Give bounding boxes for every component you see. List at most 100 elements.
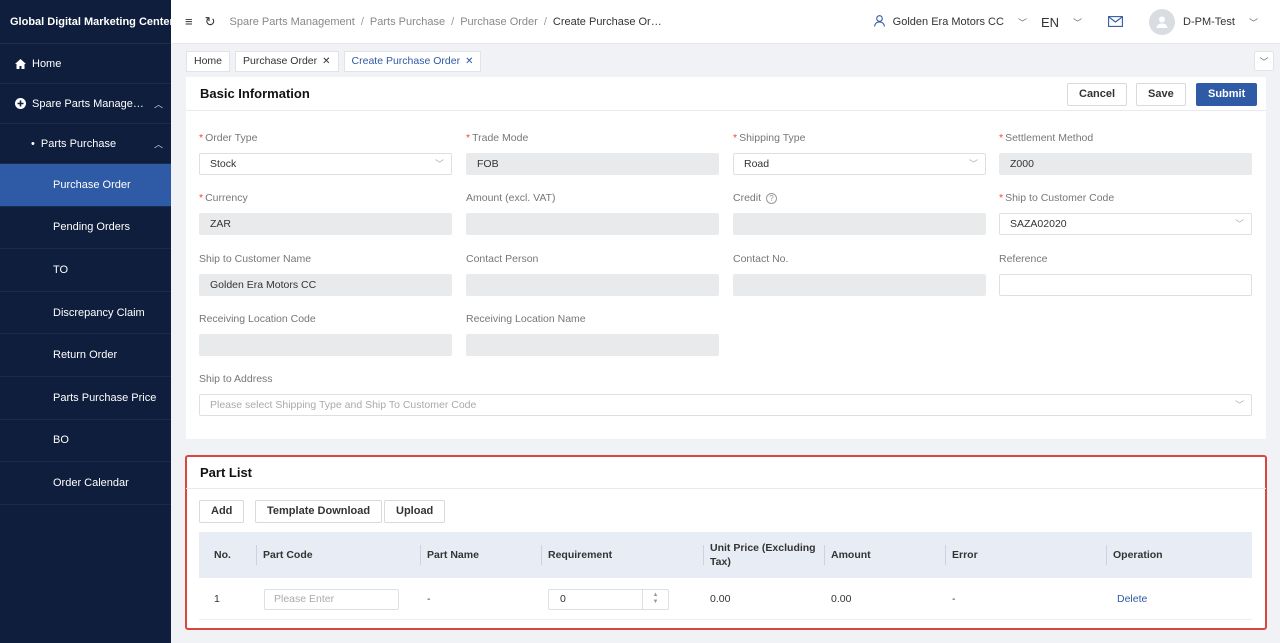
- mail-icon[interactable]: [1108, 14, 1123, 30]
- home-icon: [14, 58, 26, 69]
- contact-no-input: [733, 274, 986, 296]
- dealer-selector[interactable]: Golden Era Motors CC: [893, 16, 1004, 28]
- ship-to-customer-name-input: Golden Era Motors CC: [199, 274, 452, 296]
- requirement-stepper[interactable]: 0 ▲ ▼: [548, 588, 669, 610]
- amount-field: Amount (excl. VAT): [466, 192, 719, 235]
- ship-to-customer-name-field: Ship to Customer Name Golden Era Motors …: [199, 253, 452, 296]
- close-icon[interactable]: ✕: [322, 56, 330, 67]
- breadcrumb-item[interactable]: Purchase Order: [460, 16, 538, 28]
- shipping-type-field: * Shipping Type Road ﹀: [733, 132, 986, 175]
- tab-home[interactable]: Home: [186, 51, 231, 72]
- part-code-input[interactable]: Please Enter: [264, 588, 399, 610]
- field-label: Ship to Customer Name: [199, 253, 312, 265]
- user-outline-icon: [873, 14, 885, 30]
- field-label: * Settlement Method: [999, 132, 1252, 148]
- reference-input[interactable]: [999, 274, 1252, 296]
- field-label-text: Shipping Type: [739, 132, 806, 144]
- sidebar-item-spare-parts[interactable]: Spare Parts Manage… ︿: [0, 84, 171, 124]
- tab-purchase-order[interactable]: Purchase Order ✕: [235, 51, 339, 72]
- sidebar-item-label: Order Calendar: [53, 476, 129, 489]
- column-header-no: No.: [214, 549, 231, 561]
- chevron-down-icon: ﹀: [1259, 56, 1269, 67]
- cancel-button[interactable]: Cancel: [1067, 83, 1128, 106]
- column-header-part-code: Part Code: [256, 532, 419, 578]
- chevron-down-icon: ﹀: [1234, 219, 1244, 229]
- currency-input: ZAR: [199, 213, 452, 235]
- receiving-location-name-input: [466, 334, 719, 356]
- sidebar-item-label: Purchase Order: [53, 178, 131, 191]
- amount-cell: 0.00: [831, 593, 852, 605]
- reference-field: Reference: [999, 253, 1252, 296]
- sidebar-item-label: Pending Orders: [53, 221, 131, 234]
- avatar[interactable]: [1149, 9, 1176, 35]
- field-label: Amount (excl. VAT): [466, 192, 556, 204]
- template-download-button[interactable]: Template Download: [255, 500, 383, 523]
- language-selector[interactable]: EN: [1041, 15, 1059, 30]
- order-type-select[interactable]: Stock ﹀: [199, 153, 452, 175]
- required-mark: *: [199, 132, 204, 144]
- field-label-text: Settlement Method: [1005, 132, 1094, 144]
- app-title: Global Digital Marketing Center: [0, 0, 174, 44]
- chevron-down-icon[interactable]: ▼: [653, 599, 659, 606]
- sidebar-item-return-order[interactable]: Return Order: [0, 334, 171, 377]
- table-row: 1 Please Enter - 0 ▲ ▼ 0.00 0.00 - Delete: [199, 578, 1252, 620]
- chevron-down-icon[interactable]: ﹀: [1249, 16, 1258, 29]
- settlement-method-input: Z000: [999, 153, 1252, 175]
- delete-link[interactable]: Delete: [1117, 593, 1147, 605]
- field-label: Reference: [999, 253, 1048, 265]
- sidebar-item-discrepancy-claim[interactable]: Discrepancy Claim: [0, 292, 171, 335]
- sidebar-item-purchase-order[interactable]: Purchase Order: [0, 164, 171, 207]
- tab-create-purchase-order[interactable]: Create Purchase Order ✕: [343, 51, 482, 72]
- contact-person-input: [466, 274, 719, 296]
- breadcrumb-item[interactable]: Spare Parts Management: [230, 16, 355, 28]
- sidebar-item-parts-purchase[interactable]: • Parts Purchase ︿: [0, 124, 171, 164]
- close-icon[interactable]: ✕: [465, 56, 473, 67]
- ship-to-address-select[interactable]: Please select Shipping Type and Ship To …: [199, 394, 1252, 416]
- sidebar-item-bo[interactable]: BO: [0, 420, 171, 463]
- column-header-amount: Amount: [824, 532, 944, 578]
- chevron-up-icon[interactable]: ▲: [653, 592, 659, 599]
- ship-to-customer-code-field: * Ship to Customer Code SAZA02020 ﹀: [999, 192, 1252, 235]
- currency-field: * Currency ZAR: [199, 192, 452, 235]
- username[interactable]: D-PM-Test: [1183, 16, 1235, 28]
- sidebar-item-pending-orders[interactable]: Pending Orders: [0, 207, 171, 250]
- breadcrumb-item[interactable]: Parts Purchase: [370, 16, 445, 28]
- refresh-icon[interactable]: ↻: [205, 14, 216, 30]
- column-header-error: Error: [945, 532, 1105, 578]
- ship-to-customer-code-select[interactable]: SAZA02020 ﹀: [999, 213, 1252, 235]
- sidebar-item-to[interactable]: TO: [0, 249, 171, 292]
- shipping-type-select[interactable]: Road ﹀: [733, 153, 986, 175]
- breadcrumb-separator: /: [360, 15, 364, 28]
- sidebar-item-label: Home: [32, 57, 62, 70]
- sidebar-item-home[interactable]: Home: [0, 44, 171, 84]
- part-code-cell: Please Enter: [257, 578, 399, 620]
- sidebar-item-order-calendar[interactable]: Order Calendar: [0, 462, 171, 505]
- credit-input: [733, 213, 986, 235]
- table-header: No. Part Code Part Name Requirement Unit…: [199, 532, 1252, 578]
- part-list-table: No. Part Code Part Name Requirement Unit…: [199, 532, 1252, 620]
- save-button[interactable]: Save: [1136, 83, 1186, 106]
- page-tabs: Home Purchase Order ✕ Create Purchase Ord…: [186, 51, 486, 72]
- column-header-label: Part Name: [427, 549, 479, 561]
- required-mark: *: [466, 132, 471, 144]
- add-part-button[interactable]: Add: [199, 500, 245, 523]
- question-circle-icon[interactable]: ?: [766, 193, 778, 204]
- sidebar-item-label: Parts Purchase: [40, 137, 117, 150]
- menu-icon[interactable]: ≡: [185, 14, 193, 29]
- submit-button[interactable]: Submit: [1196, 83, 1258, 106]
- chevron-down-icon[interactable]: ﹀: [1018, 16, 1027, 29]
- stepper-arrows[interactable]: ▲ ▼: [642, 589, 668, 609]
- sidebar-item-label: Parts Purchase Price: [53, 391, 157, 404]
- sidebar-item-label: BO: [53, 434, 69, 447]
- field-label: * Currency: [199, 192, 452, 208]
- tabs-dropdown-button[interactable]: ﹀: [1254, 51, 1274, 71]
- sidebar-item-parts-purchase-price[interactable]: Parts Purchase Price: [0, 377, 171, 420]
- chevron-down-icon[interactable]: ﹀: [1073, 16, 1082, 29]
- field-label: * Trade Mode: [466, 132, 719, 148]
- sidebar-item-label: TO: [53, 263, 69, 276]
- receiving-location-code-field: Receiving Location Code: [199, 313, 452, 356]
- upload-button[interactable]: Upload: [384, 500, 446, 523]
- column-header-label: Part Code: [263, 549, 313, 561]
- column-header-label: Operation: [1113, 549, 1163, 561]
- field-label-text: Trade Mode: [472, 132, 529, 144]
